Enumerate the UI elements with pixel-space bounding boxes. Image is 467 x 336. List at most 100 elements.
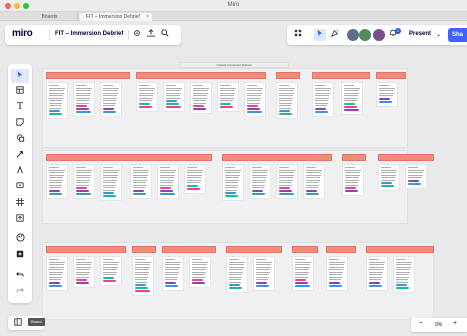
zoom-out-button[interactable]: − [419, 320, 423, 327]
pen-tool-icon[interactable] [11, 164, 29, 178]
text-line [247, 85, 257, 86]
board-name[interactable]: FIT – Immersion Debrief [55, 31, 123, 37]
text-line [76, 100, 90, 101]
text-line [344, 87, 360, 89]
avatar[interactable] [347, 29, 359, 41]
text-line [103, 174, 118, 176]
text-line [315, 102, 328, 104]
text-line [76, 271, 90, 273]
text-line [295, 271, 309, 273]
text-line [252, 179, 266, 181]
note-card [190, 82, 212, 114]
tag-label [76, 279, 88, 281]
text-line [187, 167, 197, 168]
board-canvas[interactable]: Guided Immersion Debrief [36, 60, 467, 322]
undo-icon[interactable] [11, 268, 29, 282]
text-line [279, 169, 295, 171]
text-line [344, 85, 354, 86]
note-card [326, 256, 348, 291]
zoom-level[interactable]: 9% [435, 322, 442, 328]
templates-icon[interactable] [11, 232, 29, 246]
note-card [73, 164, 95, 199]
text-line [306, 172, 322, 173]
text-line [103, 85, 113, 86]
text-line [396, 264, 412, 265]
share-button[interactable]: Sha [448, 28, 467, 42]
search-icon[interactable] [160, 29, 170, 41]
text-line [165, 269, 180, 270]
text-line [103, 97, 117, 99]
note-card [226, 256, 248, 293]
note-card [303, 164, 325, 199]
text-line [49, 177, 64, 178]
text-line [220, 100, 234, 101]
note-card [276, 82, 298, 119]
gear-icon[interactable] [132, 29, 142, 41]
collaboration-bar: Present ⌄ Sha [287, 25, 467, 45]
text-line [135, 276, 148, 278]
text-line [225, 174, 240, 176]
upload-icon[interactable] [146, 29, 156, 41]
tooltip: Board [28, 318, 45, 326]
select-tool-icon[interactable] [11, 69, 29, 83]
text-line [229, 281, 241, 283]
text-line [49, 182, 63, 183]
section-header [292, 246, 318, 253]
text-line [306, 179, 320, 181]
sidebar-toggle-icon[interactable] [14, 318, 22, 328]
chevron-down-icon[interactable]: ⌄ [436, 31, 441, 38]
text-line [49, 100, 63, 101]
tag-label [135, 290, 150, 292]
text-line [315, 87, 331, 89]
tag-label [329, 284, 342, 287]
text-line [329, 279, 342, 280]
more-tools-icon[interactable] [11, 248, 29, 262]
text-line [315, 90, 331, 91]
sticky-note-tool-icon[interactable] [11, 116, 29, 130]
text-line [49, 187, 62, 188]
text-line [165, 261, 181, 263]
text-line [279, 92, 294, 94]
avatar[interactable] [359, 29, 371, 41]
upload-tool-icon[interactable] [11, 212, 29, 226]
frame-tool-icon[interactable] [11, 196, 29, 210]
text-line [344, 90, 360, 91]
tag-label [229, 284, 241, 286]
text-line [369, 259, 379, 260]
text-line [279, 177, 294, 178]
text-line [165, 276, 178, 278]
comment-tool-icon[interactable] [11, 180, 29, 194]
text-line [315, 92, 330, 94]
tag-label [279, 110, 291, 112]
avatar[interactable] [373, 29, 385, 41]
text-line [76, 85, 86, 86]
zoom-controls: − 9% + [411, 318, 467, 332]
text-line [139, 100, 153, 101]
text-line [103, 184, 116, 186]
cursor-icon[interactable] [314, 29, 326, 41]
section-header [376, 72, 406, 79]
tag-label [256, 284, 269, 287]
text-tool-icon[interactable]: T [11, 100, 29, 114]
text-line [279, 97, 293, 99]
text-line [165, 279, 178, 280]
present-button[interactable]: Present [409, 31, 431, 37]
text-line [408, 174, 423, 176]
text-line [103, 169, 119, 171]
apps-icon[interactable] [292, 29, 304, 41]
miro-logo[interactable]: miro [12, 28, 33, 39]
note-card [100, 164, 122, 201]
connector-tool-icon[interactable] [11, 148, 29, 162]
close-tab-icon[interactable]: × [146, 13, 149, 21]
note-card [312, 82, 334, 117]
shapes-tool-icon[interactable] [11, 132, 29, 146]
redo-icon[interactable] [11, 284, 29, 298]
celebrate-icon[interactable] [329, 29, 341, 41]
tag-label [166, 100, 178, 102]
text-line [256, 259, 266, 260]
tab-board[interactable]: FIT – Immersion Debrief × [80, 13, 152, 21]
templates-tool-icon[interactable] [11, 84, 29, 98]
tab-boards[interactable]: Boards [22, 13, 78, 21]
zoom-in-button[interactable]: + [453, 320, 457, 327]
text-line [396, 261, 412, 263]
